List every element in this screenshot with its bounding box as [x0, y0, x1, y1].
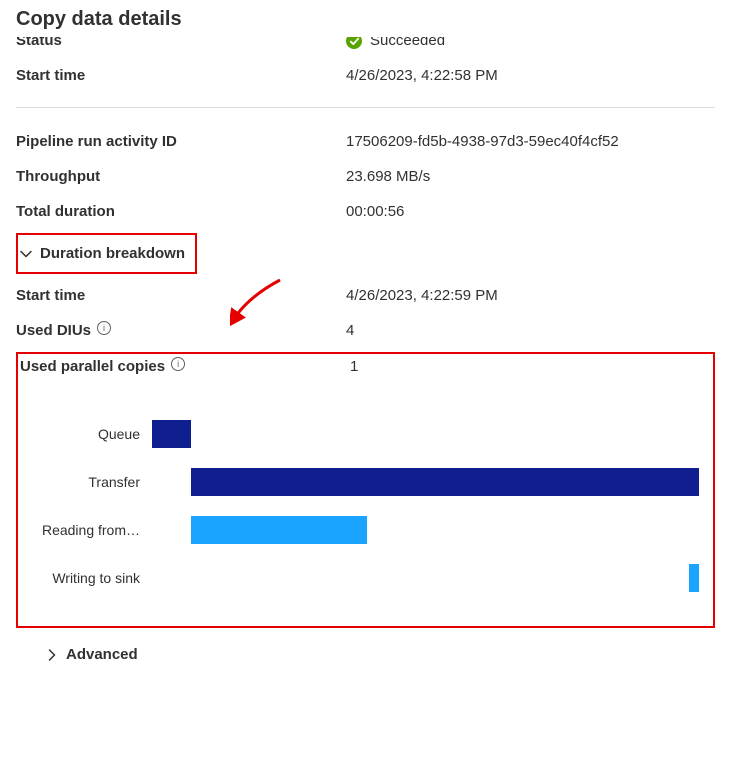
throughput-label: Throughput: [16, 168, 346, 185]
pipeline-id-value: 17506209-fd5b-4938-97d3-59ec40f4cf52: [346, 133, 715, 150]
chart-bar: [152, 420, 191, 448]
breakdown-start-value: 4/26/2023, 4:22:59 PM: [346, 287, 715, 304]
used-parallel-label: Used parallel copies i: [20, 358, 350, 375]
chart-track: [152, 516, 699, 544]
status-row: Status Succeeded: [16, 37, 715, 58]
advanced-label: Advanced: [66, 646, 138, 663]
used-parallel-row: Used parallel copies i 1: [18, 354, 713, 384]
total-duration-label: Total duration: [16, 203, 346, 220]
chart-track: [152, 468, 699, 496]
breakdown-start-label: Start time: [16, 287, 346, 304]
duration-chart: Queue Transfer Reading from… Writing to sin…: [18, 384, 713, 616]
chart-row: Transfer: [24, 468, 699, 496]
chart-track: [152, 564, 699, 592]
status-label: Status: [16, 37, 346, 49]
chart-row: Writing to sink: [24, 564, 699, 592]
used-dius-label: Used DIUs i: [16, 322, 346, 339]
info-icon[interactable]: i: [171, 357, 185, 371]
info-icon[interactable]: i: [97, 321, 111, 335]
pipeline-id-label: Pipeline run activity ID: [16, 133, 346, 150]
divider: [16, 107, 715, 108]
chart-label: Queue: [24, 426, 152, 442]
chevron-down-icon: [20, 248, 32, 260]
duration-breakdown-toggle[interactable]: Duration breakdown: [20, 239, 185, 268]
used-dius-value: 4: [346, 322, 715, 339]
success-icon: [346, 37, 362, 49]
chart-label: Reading from…: [24, 522, 152, 538]
start-time-value: 4/26/2023, 4:22:58 PM: [346, 67, 715, 84]
chart-label: Writing to sink: [24, 570, 152, 586]
advanced-toggle[interactable]: Advanced: [46, 640, 715, 669]
pipeline-id-row: Pipeline run activity ID 17506209-fd5b-4…: [16, 124, 715, 159]
start-time-row: Start time 4/26/2023, 4:22:58 PM: [16, 58, 715, 93]
status-value: Succeeded: [346, 37, 715, 49]
chart-bar: [191, 468, 699, 496]
chart-bar: [191, 516, 367, 544]
page-title: Copy data details: [16, 0, 715, 37]
chevron-right-icon: [46, 649, 58, 661]
duration-breakdown-label: Duration breakdown: [40, 245, 185, 262]
chart-label: Transfer: [24, 474, 152, 490]
start-time-label: Start time: [16, 67, 346, 84]
chart-row: Reading from…: [24, 516, 699, 544]
breakdown-start-row: Start time 4/26/2023, 4:22:59 PM: [16, 278, 715, 313]
chart-row: Queue: [24, 420, 699, 448]
total-duration-value: 00:00:56: [346, 203, 715, 220]
chart-track: [152, 420, 699, 448]
used-dius-row: Used DIUs i 4: [16, 313, 715, 348]
total-duration-row: Total duration 00:00:56: [16, 194, 715, 229]
chart-bar: [689, 564, 699, 592]
throughput-value: 23.698 MB/s: [346, 168, 715, 185]
throughput-row: Throughput 23.698 MB/s: [16, 159, 715, 194]
used-parallel-value: 1: [350, 358, 713, 375]
